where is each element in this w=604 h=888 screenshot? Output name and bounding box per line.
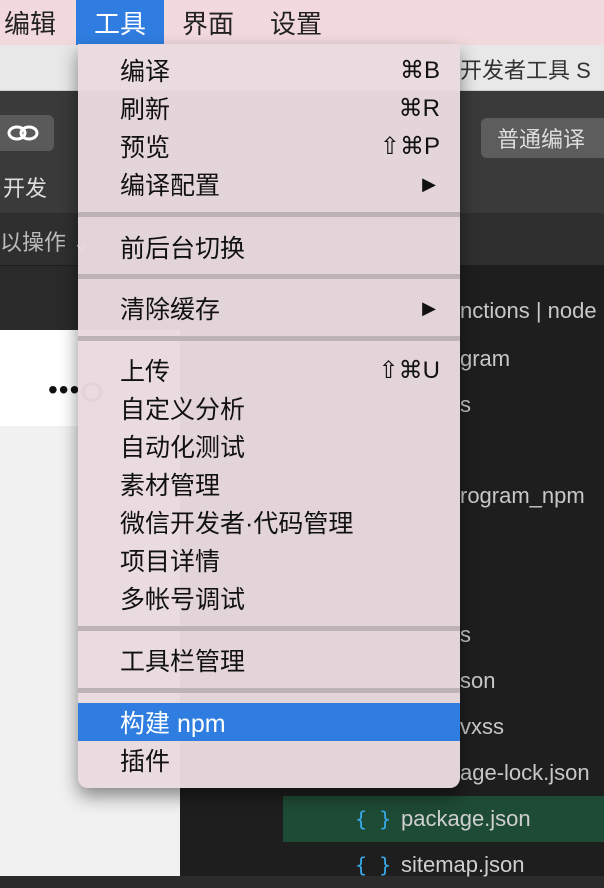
file-tree-item[interactable]: son — [460, 668, 495, 694]
file-name: sitemap.json — [401, 852, 525, 877]
file-name: package.json — [401, 806, 531, 831]
menu-item-label: 编译 — [120, 58, 171, 86]
menu-item-label: 插件 — [120, 748, 171, 776]
menu-item-code-management[interactable]: 微信开发者·代码管理 — [78, 503, 460, 541]
menu-item-clear-cache[interactable]: 清除缓存 ▶ — [78, 289, 460, 327]
menu-item-label: 自定义分析 — [120, 396, 246, 424]
menubar-edit[interactable]: 编辑 — [0, 0, 76, 45]
dev-mode-button[interactable] — [0, 115, 54, 151]
submenu-arrow-icon: ▶ — [422, 297, 436, 318]
menu-item-auto-test[interactable]: 自动化测试 — [78, 427, 460, 465]
menu-item-assets[interactable]: 素材管理 — [78, 465, 460, 503]
json-file-icon: { } — [355, 807, 392, 831]
file-tree-item[interactable]: vxss — [460, 714, 504, 740]
menu-item-compile-config[interactable]: 编译配置 ▶ — [78, 165, 460, 203]
menu-item-toggle-background[interactable]: 前后台切换 — [78, 228, 460, 266]
menu-item-label: 构建 npm — [120, 710, 226, 738]
menu-item-label: 自动化测试 — [120, 434, 246, 462]
menu-item-label: 上传 — [120, 358, 171, 386]
menu-item-compile[interactable]: 编译 ⌘B — [78, 51, 460, 89]
menubar-settings[interactable]: 设置 — [252, 0, 340, 45]
menu-item-shortcut: ⌘R — [398, 94, 440, 122]
menu-separator — [78, 212, 460, 217]
menu-item-upload[interactable]: 上传 ⇧⌘U — [78, 351, 460, 389]
menu-item-build-npm[interactable]: 构建 npm — [78, 703, 460, 741]
menu-item-label: 编译配置 — [120, 172, 221, 200]
menubar: 编辑 工具 界面 设置 — [0, 0, 604, 45]
json-file-icon: { } — [355, 853, 392, 877]
menu-item-label: 预览 — [120, 134, 171, 162]
menu-item-label: 前后台切换 — [120, 235, 246, 263]
menu-item-multi-account-debug[interactable]: 多帐号调试 — [78, 579, 460, 617]
menu-item-shortcut: ⇧⌘P — [379, 132, 440, 160]
menu-item-project-details[interactable]: 项目详情 — [78, 541, 460, 579]
file-tree-item[interactable]: age-lock.json — [460, 760, 590, 786]
file-tree-item[interactable]: nctions | node — [460, 298, 597, 324]
window-title: 开发者工具 S — [460, 58, 591, 83]
menubar-view[interactable]: 界面 — [164, 0, 252, 45]
menu-item-label: 素材管理 — [120, 472, 221, 500]
file-tree-item-package-json[interactable]: { } package.json — [283, 796, 604, 842]
menu-separator — [78, 336, 460, 341]
menu-item-refresh[interactable]: 刷新 ⌘R — [78, 89, 460, 127]
submenu-arrow-icon: ▶ — [422, 173, 436, 194]
menu-separator — [78, 626, 460, 631]
menu-item-plugins[interactable]: 插件 — [78, 741, 460, 779]
file-tree-item[interactable]: rogram_npm — [460, 483, 585, 509]
menu-separator — [78, 274, 460, 279]
menu-separator — [78, 688, 460, 693]
file-tree-item[interactable]: s — [460, 392, 471, 418]
menu-item-label: 微信开发者·代码管理 — [120, 510, 354, 538]
menu-item-shortcut: ⇧⌘U — [378, 356, 440, 384]
menu-item-label: 工具栏管理 — [120, 648, 246, 676]
menu-item-toolbar-management[interactable]: 工具栏管理 — [78, 641, 460, 679]
menu-item-custom-analysis[interactable]: 自定义分析 — [78, 389, 460, 427]
menu-item-preview[interactable]: 预览 ⇧⌘P — [78, 127, 460, 165]
simulate-action-dropdown[interactable]: 以操作 ⌄ — [0, 225, 91, 257]
link-icon — [7, 125, 39, 141]
file-tree-item[interactable]: s — [460, 622, 471, 648]
menubar-tools[interactable]: 工具 — [76, 0, 165, 45]
file-tree-item-sitemap-json[interactable]: { } sitemap.json — [283, 842, 604, 888]
compile-mode-select[interactable]: 普通编译 — [481, 118, 604, 158]
tools-dropdown-menu: 编译 ⌘B 刷新 ⌘R 预览 ⇧⌘P 编译配置 ▶ 前后台切换 清除缓存 ▶ 上… — [78, 44, 460, 788]
menu-item-label: 刷新 — [120, 96, 171, 124]
menu-item-label: 多帐号调试 — [120, 586, 246, 614]
dev-mode-label: 开发 — [3, 176, 48, 201]
menu-item-label: 清除缓存 — [120, 296, 221, 324]
file-tree-item[interactable]: gram — [460, 346, 510, 372]
menu-item-label: 项目详情 — [120, 548, 221, 576]
menu-item-shortcut: ⌘B — [399, 56, 440, 84]
